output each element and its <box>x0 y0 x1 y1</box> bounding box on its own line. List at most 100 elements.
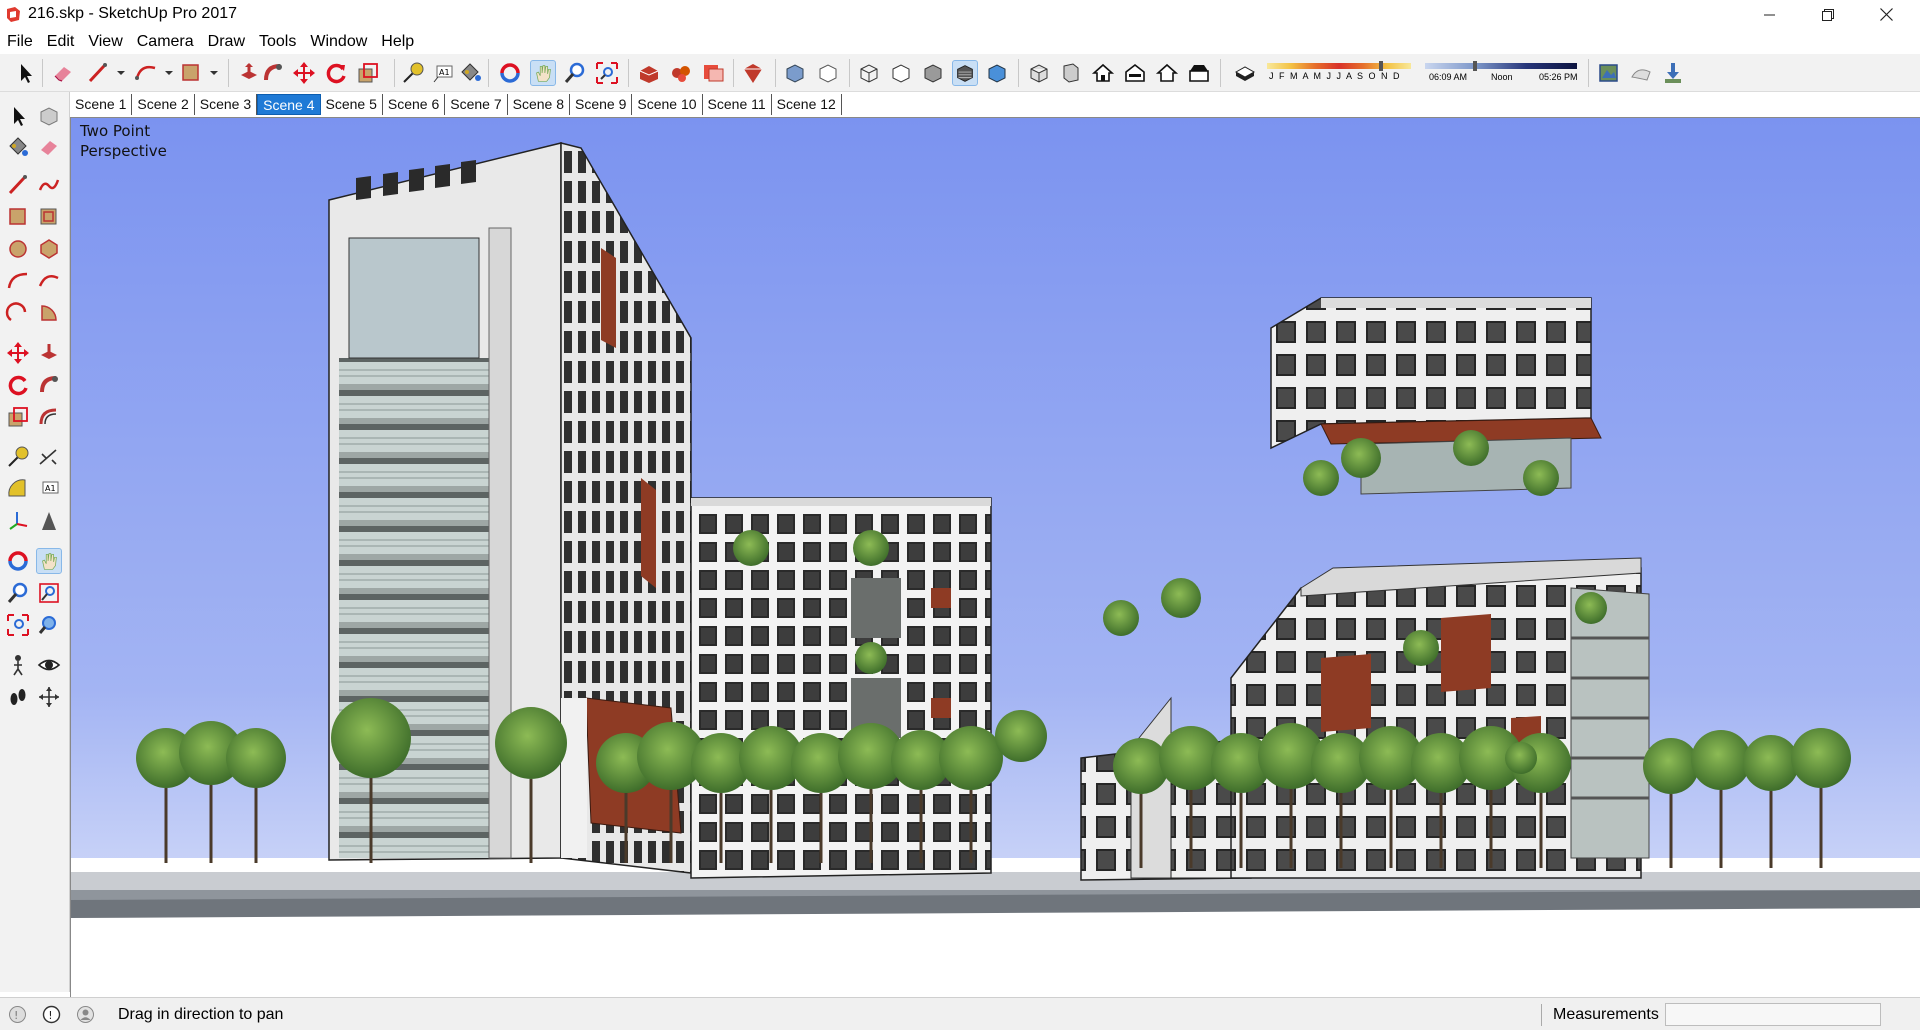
circle-icon[interactable] <box>5 236 31 262</box>
style-monochrome-icon[interactable] <box>984 60 1010 86</box>
zoom-icon[interactable] <box>562 60 588 86</box>
pan-icon[interactable] <box>36 548 62 574</box>
zoom-extents-icon[interactable] <box>5 612 31 638</box>
orbit-icon[interactable] <box>5 548 31 574</box>
extension-warehouse-icon[interactable] <box>668 60 694 86</box>
previous-view-icon[interactable] <box>36 612 62 638</box>
shadows-toggle-icon[interactable] <box>1232 60 1258 86</box>
photo-textures-icon[interactable] <box>1660 60 1686 86</box>
style-back-edges-icon[interactable] <box>815 60 841 86</box>
view-right-icon[interactable] <box>1122 60 1148 86</box>
tab-scene-5[interactable]: Scene 5 <box>321 94 383 115</box>
menu-file[interactable]: File <box>0 29 40 54</box>
tab-scene-3[interactable]: Scene 3 <box>195 94 258 115</box>
style-xray-icon[interactable] <box>782 60 808 86</box>
push-pull-icon[interactable] <box>236 60 262 86</box>
orbit-icon[interactable] <box>497 60 523 86</box>
time-slider-thumb[interactable] <box>1473 61 1477 71</box>
line-icon[interactable] <box>5 172 31 198</box>
text-icon[interactable]: A1 <box>430 60 456 86</box>
eraser-icon[interactable] <box>50 60 76 86</box>
line-dropdown-icon[interactable] <box>108 60 134 86</box>
polygon-icon[interactable] <box>36 236 62 262</box>
date-slider-thumb[interactable] <box>1379 61 1383 71</box>
view-front-icon[interactable] <box>1090 60 1116 86</box>
freehand-icon[interactable] <box>36 172 62 198</box>
follow-me-icon[interactable] <box>36 372 62 398</box>
style-shaded-textures-icon[interactable] <box>952 60 978 86</box>
position-camera-icon[interactable] <box>5 652 31 678</box>
push-pull-icon[interactable] <box>36 340 62 366</box>
arc-icon[interactable] <box>5 268 31 294</box>
offset-icon[interactable] <box>36 404 62 430</box>
protractor-icon[interactable] <box>5 476 31 502</box>
view-left-icon[interactable] <box>1186 60 1212 86</box>
menu-draw[interactable]: Draw <box>201 29 252 54</box>
add-location-icon[interactable] <box>1596 60 1622 86</box>
menu-window[interactable]: Window <box>303 29 374 54</box>
style-wireframe-icon[interactable] <box>856 60 882 86</box>
style-hidden-line-icon[interactable] <box>888 60 914 86</box>
menu-edit[interactable]: Edit <box>40 29 82 54</box>
menu-view[interactable]: View <box>81 29 129 54</box>
zoom-extents-icon[interactable] <box>594 60 620 86</box>
style-shaded-icon[interactable] <box>920 60 946 86</box>
close-button[interactable] <box>1857 0 1915 29</box>
menu-tools[interactable]: Tools <box>252 29 303 54</box>
make-component-icon[interactable] <box>36 103 62 129</box>
view-iso-icon[interactable] <box>1026 60 1052 86</box>
walk-icon[interactable] <box>5 684 31 710</box>
dimension-icon[interactable] <box>36 444 62 470</box>
extension-manager-icon[interactable] <box>740 60 766 86</box>
section-plane-icon[interactable] <box>36 684 62 710</box>
user-account-icon[interactable] <box>76 1005 95 1024</box>
eraser-icon[interactable] <box>36 134 62 160</box>
geo-location-icon[interactable]: ! <box>8 1005 27 1024</box>
tab-scene-7[interactable]: Scene 7 <box>445 94 508 115</box>
look-around-icon[interactable] <box>36 652 62 678</box>
pie-icon[interactable] <box>36 300 62 326</box>
tab-scene-10[interactable]: Scene 10 <box>632 94 703 115</box>
rectangle-icon[interactable] <box>5 204 31 230</box>
credits-icon[interactable]: ! <box>42 1005 61 1024</box>
select-icon[interactable] <box>5 103 31 129</box>
rectangle-dropdown-icon[interactable] <box>201 60 227 86</box>
send-to-layout-icon[interactable] <box>700 60 726 86</box>
tab-scene-12[interactable]: Scene 12 <box>772 94 842 115</box>
follow-me-icon[interactable] <box>260 60 286 86</box>
tab-scene-9[interactable]: Scene 9 <box>570 94 633 115</box>
menu-camera[interactable]: Camera <box>130 29 201 54</box>
rotated-rectangle-icon[interactable] <box>36 204 62 230</box>
rotate-icon[interactable] <box>5 372 31 398</box>
restore-button[interactable] <box>1799 0 1857 29</box>
move-icon[interactable] <box>5 340 31 366</box>
pan-icon[interactable] <box>530 60 556 86</box>
tab-scene-6[interactable]: Scene 6 <box>383 94 446 115</box>
text-icon[interactable]: A1 <box>36 476 62 502</box>
paint-bucket-icon[interactable] <box>5 134 31 160</box>
select-icon[interactable] <box>12 60 38 86</box>
3d-text-icon[interactable] <box>36 508 62 534</box>
3d-warehouse-icon[interactable] <box>636 60 662 86</box>
tape-measure-icon[interactable] <box>400 60 426 86</box>
view-top-icon[interactable] <box>1058 60 1084 86</box>
minimize-button[interactable] <box>1741 0 1799 29</box>
scale-icon[interactable] <box>355 60 381 86</box>
menu-help[interactable]: Help <box>374 29 421 54</box>
zoom-icon[interactable] <box>5 580 31 606</box>
two-point-arc-icon[interactable] <box>36 268 62 294</box>
tab-scene-2[interactable]: Scene 2 <box>132 94 195 115</box>
tab-scene-4[interactable]: Scene 4 <box>257 94 321 115</box>
paint-bucket-icon[interactable] <box>457 60 483 86</box>
view-back-icon[interactable] <box>1154 60 1180 86</box>
toggle-terrain-icon[interactable] <box>1628 60 1654 86</box>
tab-scene-1[interactable]: Scene 1 <box>70 94 133 115</box>
model-viewport[interactable]: Two Point Perspective <box>70 117 1920 997</box>
shadow-date-slider[interactable]: J F M A M J J A S O N D <box>1267 61 1411 85</box>
three-point-arc-icon[interactable] <box>5 300 31 326</box>
tab-scene-11[interactable]: Scene 11 <box>703 94 772 115</box>
axes-icon[interactable] <box>5 508 31 534</box>
measurements-field[interactable] <box>1665 1003 1881 1026</box>
rotate-icon[interactable] <box>323 60 349 86</box>
tab-scene-8[interactable]: Scene 8 <box>508 94 570 115</box>
